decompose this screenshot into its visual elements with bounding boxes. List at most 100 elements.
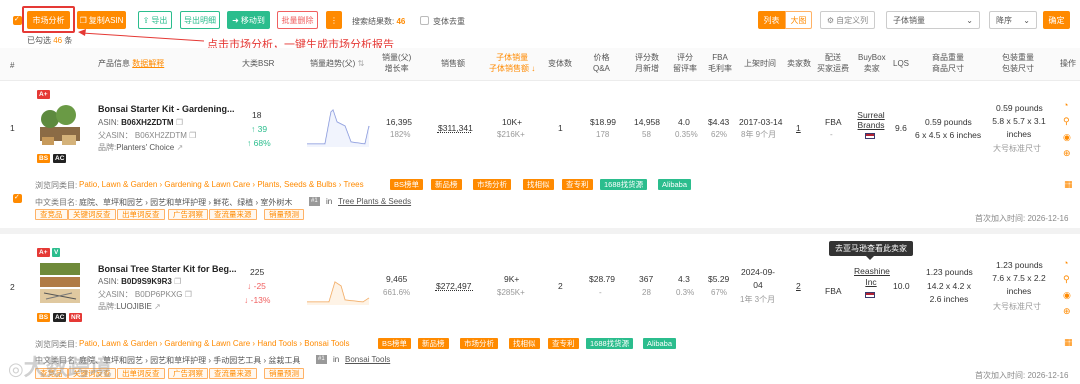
external-link-icon[interactable]: ↗: [154, 302, 161, 311]
move-to-button[interactable]: ➜ 移动到: [227, 11, 270, 29]
competitor-tag[interactable]: 查竞品: [35, 209, 68, 220]
node-rank-badge: #1: [309, 197, 320, 206]
category-path[interactable]: Patio, Lawn & Garden › Gardening & Lawn …: [79, 180, 364, 189]
data-explain-link[interactable]: 数据解释: [132, 59, 164, 68]
view-list-button[interactable]: 列表: [758, 11, 785, 29]
sort-order-select[interactable]: 降序 ⌄: [989, 11, 1037, 29]
package-tier: 大号标准尺寸: [993, 302, 1041, 311]
alibaba-tag[interactable]: Alibaba: [643, 338, 677, 349]
col-rating[interactable]: 评分 留评率: [673, 52, 697, 74]
selected-count: 已勾选 46 条: [27, 36, 73, 45]
add-icon[interactable]: ⊕: [1063, 306, 1071, 317]
product-title[interactable]: Bonsai Tree Starter Kit for Beg...: [98, 264, 237, 274]
market-analysis-tag[interactable]: 市场分析: [473, 179, 511, 190]
col-bsr[interactable]: 大类BSR: [242, 58, 274, 69]
copy-icon[interactable]: ❐: [174, 277, 181, 286]
view-icon[interactable]: ◉: [1063, 290, 1071, 301]
col-launch[interactable]: 上架时间: [744, 58, 776, 69]
new-release-tag[interactable]: 新品榜: [431, 179, 462, 190]
col-sellers[interactable]: 卖家数: [787, 58, 811, 69]
asin-value[interactable]: B0D9S9K9R3: [121, 277, 172, 286]
batch-delete-button[interactable]: 批量删除: [277, 11, 318, 29]
category-path[interactable]: Patio, Lawn & Garden › Gardening & Lawn …: [79, 339, 350, 348]
sales-trend-sparkline[interactable]: [305, 262, 371, 306]
node-name[interactable]: Bonsai Tools: [345, 355, 390, 364]
variant-count[interactable]: 1: [558, 122, 563, 134]
alibaba-tag[interactable]: Alibaba: [658, 179, 692, 190]
parent-asin-value[interactable]: B0DP6PKXG: [135, 290, 183, 299]
view-grid-button[interactable]: 大图: [785, 11, 812, 29]
copy-asin-button[interactable]: ❐ 复制ASIN: [77, 11, 126, 29]
product-title[interactable]: Bonsai Starter Kit - Gardening...: [98, 104, 235, 114]
view-icon[interactable]: ◉: [1063, 132, 1071, 143]
first-added: 首次加入时间: 2026-12-16: [975, 214, 1069, 223]
find-similar-tag[interactable]: 找相似: [509, 338, 540, 349]
fba-fee-value: $4.43: [708, 117, 730, 127]
col-revenue[interactable]: 销售额: [441, 58, 465, 69]
col-child-sales[interactable]: 子体销量 子体销售额 ↓: [489, 52, 535, 74]
product-image[interactable]: [36, 259, 84, 307]
bs-list-tag[interactable]: BS榜单: [378, 338, 412, 349]
sales-trend-sparkline[interactable]: [305, 104, 371, 148]
buybox-seller[interactable]: Surreal Brands: [851, 110, 891, 130]
market-analysis-tag[interactable]: 市场分析: [460, 338, 498, 349]
add-icon[interactable]: ⊕: [1063, 148, 1071, 159]
col-reviews[interactable]: 评分数 月新增: [635, 52, 659, 74]
brand-value[interactable]: LUOJIBIE: [116, 302, 152, 311]
brand-value[interactable]: Planters' Choice: [116, 143, 174, 152]
col-fba[interactable]: FBA 毛利率: [708, 52, 732, 74]
traffic-source-tag[interactable]: 查流量来源: [209, 209, 257, 220]
calendar-icon[interactable]: ▦: [1064, 337, 1073, 348]
row-checkbox[interactable]: [13, 193, 22, 203]
trend-icon[interactable]: ◔: [1063, 100, 1068, 110]
product-image[interactable]: [36, 101, 84, 149]
col-variants[interactable]: 变体数: [548, 58, 572, 69]
node-name[interactable]: Tree Plants & Seeds: [338, 197, 411, 206]
calendar-icon[interactable]: ▦: [1064, 179, 1073, 190]
more-button[interactable]: ⋮: [326, 11, 342, 29]
order-word-reverse-tag[interactable]: 出单词反查: [117, 209, 165, 220]
copy-icon[interactable]: ❐: [185, 290, 192, 299]
seller-count[interactable]: 2: [796, 280, 801, 292]
trend-icon[interactable]: ◔: [1063, 258, 1068, 268]
source-1688-tag[interactable]: 1688找货源: [586, 338, 634, 349]
asin-value[interactable]: B06XH2ZDTM: [121, 118, 173, 127]
patent-check-tag[interactable]: 查专利: [562, 179, 593, 190]
source-1688-tag[interactable]: 1688找货源: [600, 179, 648, 190]
location-icon[interactable]: ⚲: [1063, 116, 1070, 127]
variant-dedupe-checkbox[interactable]: [420, 16, 429, 25]
col-package[interactable]: 包装重量 包装尺寸: [1002, 52, 1034, 74]
select-all-checkbox[interactable]: [13, 15, 22, 25]
parent-asin-row: 父ASIN： B06XH2ZDTM ❐: [98, 131, 197, 140]
ad-insight-tag[interactable]: 广告洞察: [168, 209, 208, 220]
sales-forecast-tag[interactable]: 销量预测: [264, 209, 304, 220]
col-price[interactable]: 价格 Q&A: [593, 52, 610, 74]
seller-count[interactable]: 1: [796, 122, 801, 134]
ad-insight-tag[interactable]: 广告洞察: [168, 368, 208, 379]
col-weight[interactable]: 商品重量 商品尺寸: [932, 52, 964, 74]
copy-icon[interactable]: ❐: [176, 118, 183, 127]
find-similar-tag[interactable]: 找相似: [523, 179, 554, 190]
copy-icon[interactable]: ❐: [189, 131, 196, 140]
patent-check-tag[interactable]: 查专利: [548, 338, 579, 349]
variant-count[interactable]: 2: [558, 280, 563, 292]
order-word-reverse-tag[interactable]: 出单词反查: [117, 368, 165, 379]
first-added: 首次加入时间: 2026-12-16: [975, 371, 1069, 380]
bs-list-tag[interactable]: BS榜单: [390, 179, 424, 190]
sort-field-select[interactable]: 子体销量 ⌄: [886, 11, 980, 29]
keyword-reverse-tag[interactable]: 关键词反查: [68, 209, 116, 220]
parent-asin-value[interactable]: B06XH2ZDTM: [135, 131, 187, 140]
export-detail-button[interactable]: 导出明细: [180, 11, 220, 29]
col-lqs[interactable]: LQS: [893, 58, 909, 69]
traffic-source-tag[interactable]: 查流量来源: [209, 368, 257, 379]
external-link-icon[interactable]: ↗: [176, 143, 183, 152]
location-icon[interactable]: ⚲: [1063, 274, 1070, 285]
new-release-tag[interactable]: 新品榜: [418, 338, 449, 349]
export-button[interactable]: ⇪ 导出: [138, 11, 172, 29]
col-sales-trend[interactable]: 销量趋势(父) ⇅: [310, 58, 364, 69]
confirm-button[interactable]: 确定: [1043, 11, 1070, 29]
col-sales[interactable]: 销量(父) 增长率: [382, 52, 411, 74]
sales-forecast-tag[interactable]: 销量预测: [264, 368, 304, 379]
custom-columns-button[interactable]: ⚙ 自定义列: [820, 11, 875, 29]
buybox-seller[interactable]: Reashine Inc: [854, 266, 890, 288]
